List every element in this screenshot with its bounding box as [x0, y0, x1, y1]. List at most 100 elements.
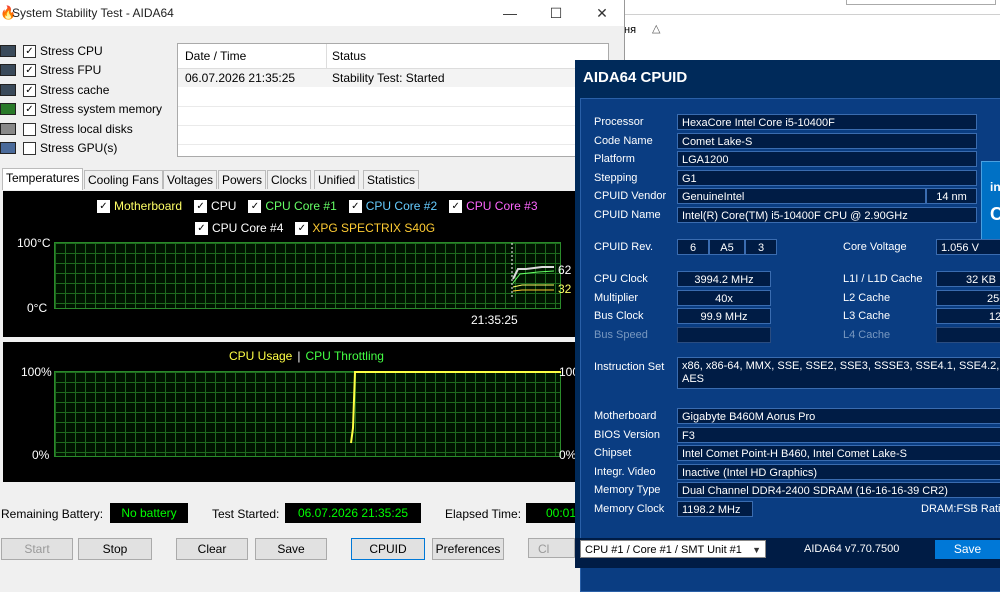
stress-fpu-label: Stress FPU [40, 63, 102, 77]
tab-cooling-fans[interactable]: Cooling Fans [84, 170, 163, 189]
stress-disks-checkbox[interactable] [23, 122, 36, 136]
battery-value: No battery [110, 503, 188, 523]
integrated-video-value: Inactive (Intel HD Graphics) [677, 464, 1000, 480]
tab-powers[interactable]: Powers [218, 170, 267, 189]
minimize-button[interactable]: — [488, 2, 532, 24]
cpuid-panel: Processor HexaCore Intel Core i5-10400F … [580, 98, 1000, 592]
legend-core4-checkbox[interactable]: ✓ [195, 221, 208, 235]
log-header-divider[interactable] [326, 44, 327, 68]
cache-icon [0, 84, 16, 96]
preferences-button[interactable]: Preferences [432, 538, 504, 560]
cpuid-rev-stepping: 3 [745, 239, 777, 255]
tab-unified[interactable]: Unified [314, 170, 360, 189]
cpuid-title: AIDA64 CPUID [583, 69, 688, 86]
save-log-button[interactable]: Save [255, 538, 327, 560]
disk-icon [0, 123, 16, 135]
start-button[interactable]: Start [1, 538, 73, 560]
table-row[interactable]: 06.07.2026 21:35:25 Stability Test: Star… [178, 69, 608, 87]
legend-cpu-checkbox[interactable]: ✓ [194, 199, 208, 213]
tab-temperatures[interactable]: Temperatures [2, 168, 84, 190]
log-header-datetime[interactable]: Date / Time [185, 49, 246, 63]
instruction-set-line2: AES [682, 373, 705, 385]
background-window-text: ня [624, 24, 637, 36]
core-voltage-value: 1.056 V [936, 239, 1000, 255]
l2-cache-label: L2 Cache [843, 292, 891, 304]
motherboard-value: Gigabyte B460M Aorus Pro [677, 408, 1000, 424]
elapsed-time-label: Elapsed Time: [445, 507, 522, 521]
multiplier-label: Multiplier [594, 292, 639, 304]
legend-separator: | [297, 349, 301, 363]
title-bar[interactable]: 🔥 System Stability Test - AIDA64 — ☐ ✕ [0, 0, 624, 26]
close-window-button[interactable]: ✕ [580, 2, 624, 24]
status-log-table[interactable]: Date / Time Status 06.07.2026 21:35:25 S… [177, 43, 609, 157]
cpuid-window: AIDA64 CPUID Processor HexaCore Intel Co… [575, 60, 1000, 592]
tab-statistics[interactable]: Statistics [363, 170, 420, 189]
stress-gpu-checkbox[interactable] [23, 141, 36, 155]
stress-memory-checkbox[interactable]: ✓ [23, 102, 36, 116]
usage-y-min-label: 0% [32, 448, 50, 462]
temp-time-label: 21:35:25 [471, 313, 518, 327]
stepping-value: G1 [677, 170, 977, 186]
cpuid-name-label: CPUID Name [594, 209, 661, 221]
intel-logo-text: int [990, 180, 1000, 194]
stress-cpu-option[interactable]: ✓ Stress CPU [0, 42, 103, 60]
legend-core4: CPU Core #4 [212, 221, 284, 235]
clear-button[interactable]: Clear [176, 538, 248, 560]
usage-legend: CPU Usage | CPU Throttling [229, 349, 384, 363]
legend-core3-checkbox[interactable]: ✓ [449, 199, 463, 213]
instruction-set-value: x86, x86-64, MMX, SSE, SSE2, SSE3, SSSE3… [677, 357, 1000, 389]
vendor-value: GenuineIntel [677, 188, 926, 204]
multiplier-value: 40x [677, 290, 771, 306]
close-button[interactable]: Cl [528, 538, 575, 558]
legend-motherboard-checkbox[interactable]: ✓ [97, 199, 110, 213]
l3-cache-value: 12 [936, 308, 1000, 324]
stress-cache-option[interactable]: ✓ Stress cache [0, 81, 109, 99]
cpuid-save-button[interactable]: Save [935, 540, 1000, 559]
battery-label: Remaining Battery: [1, 507, 104, 521]
background-window-field[interactable] [846, 0, 996, 5]
temp-value-low: 32 [558, 282, 572, 296]
row-divider [178, 144, 608, 145]
legend-core2: CPU Core #2 [365, 199, 438, 213]
stress-memory-option[interactable]: ✓ Stress system memory [0, 100, 162, 118]
stress-gpu-option[interactable]: Stress GPU(s) [0, 139, 117, 157]
l1-cache-value: 32 KB [936, 271, 1000, 287]
stress-disks-option[interactable]: Stress local disks [0, 120, 133, 138]
cpu-usage-graph: CPU Usage | CPU Throttling 100% 0% 100 0… [3, 342, 579, 482]
legend-core2-checkbox[interactable]: ✓ [348, 199, 362, 213]
cpuid-button[interactable]: CPUID [351, 538, 425, 560]
intel-logo-letter: C [990, 204, 1000, 224]
chevron-down-icon[interactable]: ▼ [752, 541, 761, 559]
fpu-icon [0, 64, 16, 76]
stress-disks-label: Stress local disks [40, 122, 133, 136]
cpuid-rev-model: A5 [709, 239, 745, 255]
legend-core1: CPU Core #1 [265, 199, 337, 213]
legend-cpu-throttling: CPU Throttling [305, 349, 384, 363]
stress-fpu-checkbox[interactable]: ✓ [23, 63, 36, 77]
legend-core1-checkbox[interactable]: ✓ [248, 199, 262, 213]
bus-clock-value: 99.9 MHz [677, 308, 771, 324]
temperature-legend: ✓ Motherboard ✓ CPU ✓ CPU Core #1 ✓ CPU … [97, 199, 538, 213]
stop-button[interactable]: Stop [78, 538, 152, 560]
legend-ssd: XPG SPECTRIX S40G [312, 221, 436, 235]
cpu-core-select[interactable]: CPU #1 / Core #1 / SMT Unit #1 ▼ [580, 540, 766, 558]
stress-fpu-option[interactable]: ✓ Stress FPU [0, 61, 101, 79]
test-started-label: Test Started: [212, 507, 280, 521]
log-header-status[interactable]: Status [332, 49, 366, 63]
stability-test-window: 🔥 System Stability Test - AIDA64 — ☐ ✕ ✓… [0, 0, 625, 568]
background-window [624, 0, 1000, 60]
maximize-button[interactable]: ☐ [534, 2, 578, 24]
memory-icon [0, 103, 16, 115]
bios-version-value: F3 [677, 427, 1000, 443]
log-header: Date / Time Status [178, 44, 608, 69]
bus-speed-label: Bus Speed [594, 329, 648, 341]
codename-value: Comet Lake-S [677, 133, 977, 149]
tab-voltages[interactable]: Voltages [163, 170, 218, 189]
background-window-caret-icon[interactable]: △ [652, 22, 660, 35]
legend-ssd-checkbox[interactable]: ✓ [295, 221, 309, 235]
elapsed-time-value: 00:01 [526, 503, 576, 523]
processor-value: HexaCore Intel Core i5-10400F [677, 114, 977, 130]
stress-cpu-checkbox[interactable]: ✓ [23, 44, 36, 58]
stress-cache-checkbox[interactable]: ✓ [23, 83, 36, 97]
tab-clocks[interactable]: Clocks [267, 170, 312, 189]
